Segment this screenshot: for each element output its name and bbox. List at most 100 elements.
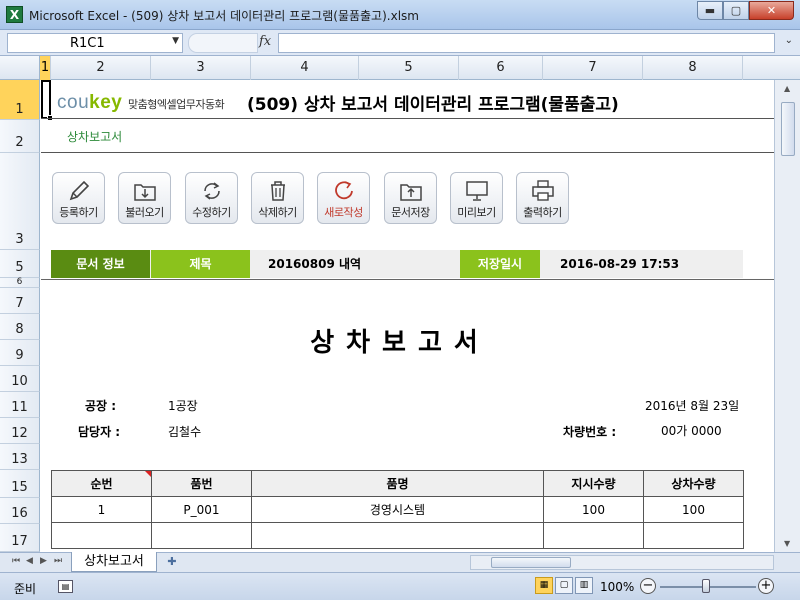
scroll-up-icon[interactable]: ▲ — [784, 84, 790, 93]
table-cell[interactable]: 경영시스템 — [251, 496, 544, 523]
report-date[interactable]: 2016년 8월 23일 — [645, 397, 739, 414]
active-cell-r1c1[interactable] — [41, 80, 53, 121]
minimize-button[interactable]: ▬ — [697, 1, 723, 20]
header-loaded-qty[interactable]: 상차수량 — [643, 470, 744, 497]
comment-indicator[interactable] — [145, 471, 151, 477]
load-button[interactable]: 불러오기 — [118, 172, 171, 224]
print-button[interactable]: 출력하기 — [516, 172, 569, 224]
row-header-10[interactable]: 10 — [0, 366, 40, 392]
row-header-16[interactable]: 16 — [0, 498, 40, 524]
title-value[interactable]: 20160809 내역 — [268, 250, 361, 278]
column-header-8[interactable]: 8 — [643, 56, 743, 80]
insert-function-icon[interactable]: fx — [259, 34, 271, 49]
row-header-6[interactable]: 6 — [0, 277, 40, 288]
header-part-name[interactable]: 품명 — [251, 470, 544, 497]
zoom-level[interactable]: 100% — [600, 580, 634, 594]
zoom-in-icon[interactable]: + — [758, 578, 774, 594]
column-header-2[interactable]: 2 — [51, 56, 151, 80]
formula-bar-splitter[interactable] — [188, 33, 258, 53]
logo-word-a: cou — [57, 92, 90, 113]
excel-app-icon[interactable]: X — [6, 6, 23, 23]
column-header-5[interactable]: 5 — [359, 56, 459, 80]
select-all-corner[interactable] — [0, 56, 40, 80]
edit-button[interactable]: 수정하기 — [185, 172, 238, 224]
row-header-8[interactable]: 8 — [0, 314, 40, 340]
column-header-7[interactable]: 7 — [543, 56, 643, 80]
row-header-15[interactable]: 15 — [0, 470, 40, 498]
macro-record-icon[interactable]: ▤ — [58, 580, 73, 593]
register-button[interactable]: 등록하기 — [52, 172, 105, 224]
row-header-17[interactable]: 17 — [0, 524, 40, 552]
factory-label: 공장 : — [85, 399, 117, 413]
save-button[interactable]: 문서저장 — [384, 172, 437, 224]
new-button[interactable]: 새로작성 — [317, 172, 370, 224]
formula-input[interactable] — [278, 33, 775, 53]
load-button-label: 불러오기 — [125, 206, 164, 219]
manager-label: 담당자 : — [78, 425, 121, 439]
table-cell[interactable] — [151, 522, 252, 549]
prev-sheet-icon[interactable]: ◀ — [26, 556, 33, 566]
zoom-slider-thumb[interactable] — [702, 579, 710, 593]
column-header-3[interactable]: 3 — [151, 56, 251, 80]
window-controls: ▬ ▢ ✕ — [697, 1, 794, 20]
table-cell[interactable]: 100 — [643, 496, 744, 523]
column-header-4[interactable]: 4 — [251, 56, 359, 80]
row-header-7[interactable]: 7 — [0, 288, 40, 314]
delete-button-label: 삭제하기 — [258, 206, 297, 219]
info-divider — [41, 279, 774, 280]
row-header-1[interactable]: 1 — [0, 80, 40, 120]
table-cell[interactable] — [51, 522, 152, 549]
header-ordered-qty[interactable]: 지시수량 — [543, 470, 644, 497]
folder-download-icon — [134, 184, 156, 201]
row-header-3[interactable]: 3 — [0, 153, 40, 250]
insert-sheet-icon[interactable]: ✚ — [162, 555, 182, 570]
row-header-5[interactable]: 5 — [0, 250, 40, 278]
scroll-down-icon[interactable]: ▼ — [784, 539, 790, 548]
horizontal-scroll-thumb[interactable] — [491, 557, 571, 568]
first-sheet-icon[interactable]: ⏮ — [12, 556, 20, 566]
next-sheet-icon[interactable]: ▶ — [40, 556, 47, 566]
maximize-button[interactable]: ▢ — [723, 1, 749, 20]
table-cell[interactable] — [543, 522, 644, 549]
saved-date-value[interactable]: 2016-08-29 17:53 — [560, 250, 679, 278]
row-header-2[interactable]: 2 — [0, 120, 40, 153]
printer-icon — [532, 180, 554, 201]
zoom-out-icon[interactable]: − — [640, 578, 656, 594]
table-cell[interactable]: 100 — [543, 496, 644, 523]
horizontal-scrollbar[interactable] — [470, 555, 774, 570]
close-button[interactable]: ✕ — [749, 1, 794, 20]
header-part-no[interactable]: 품번 — [151, 470, 252, 497]
vehicle-number-value[interactable]: 00가 0000 — [661, 422, 722, 439]
vertical-scrollbar[interactable]: ▲ ▼ — [774, 80, 800, 552]
delete-button[interactable]: 삭제하기 — [251, 172, 304, 224]
normal-view-icon[interactable]: ▦ — [535, 577, 553, 594]
coukey-logo: coukey — [57, 92, 122, 114]
table-cell[interactable]: 1 — [51, 496, 152, 523]
vertical-scroll-thumb[interactable] — [781, 102, 795, 156]
table-header-row: 순번 품번 품명 지시수량 상차수량 — [51, 470, 744, 497]
column-header-6[interactable]: 6 — [459, 56, 543, 80]
status-bar: 준비 ▤ ▦ ▢ ▥ 100% − + — [0, 572, 800, 600]
table-cell[interactable] — [643, 522, 744, 549]
factory-value[interactable]: 1공장 — [168, 397, 198, 414]
header-seq[interactable]: 순번 — [51, 470, 152, 497]
chevron-down-icon[interactable]: ▼ — [172, 36, 179, 46]
table-cell[interactable] — [251, 522, 544, 549]
row-header-13[interactable]: 13 — [0, 444, 40, 470]
pencil-icon — [69, 180, 90, 201]
expand-formula-bar-icon[interactable]: ⌄ — [785, 35, 793, 46]
row-header-12[interactable]: 12 — [0, 418, 40, 444]
page-break-view-icon[interactable]: ▥ — [575, 577, 593, 594]
sheet-tab-active[interactable]: 상차보고서 — [71, 552, 157, 572]
shipment-table: 순번 품번 품명 지시수량 상차수량 1 P_001 경영시스템 100 100 — [51, 470, 744, 549]
row-header-9[interactable]: 9 — [0, 340, 40, 366]
worksheet[interactable]: coukey 맞춤형엑셀업무자동화 (509) 상차 보고서 데이터관리 프로그… — [41, 80, 774, 552]
row-header-11[interactable]: 11 — [0, 392, 40, 418]
page-layout-view-icon[interactable]: ▢ — [555, 577, 573, 594]
preview-button[interactable]: 미리보기 — [450, 172, 503, 224]
table-cell[interactable]: P_001 — [151, 496, 252, 523]
column-header-1[interactable]: 1 — [40, 56, 51, 80]
last-sheet-icon[interactable]: ⏭ — [54, 556, 62, 566]
name-box[interactable]: R1C1 ▼ — [7, 33, 183, 53]
manager-value[interactable]: 김철수 — [168, 423, 201, 440]
